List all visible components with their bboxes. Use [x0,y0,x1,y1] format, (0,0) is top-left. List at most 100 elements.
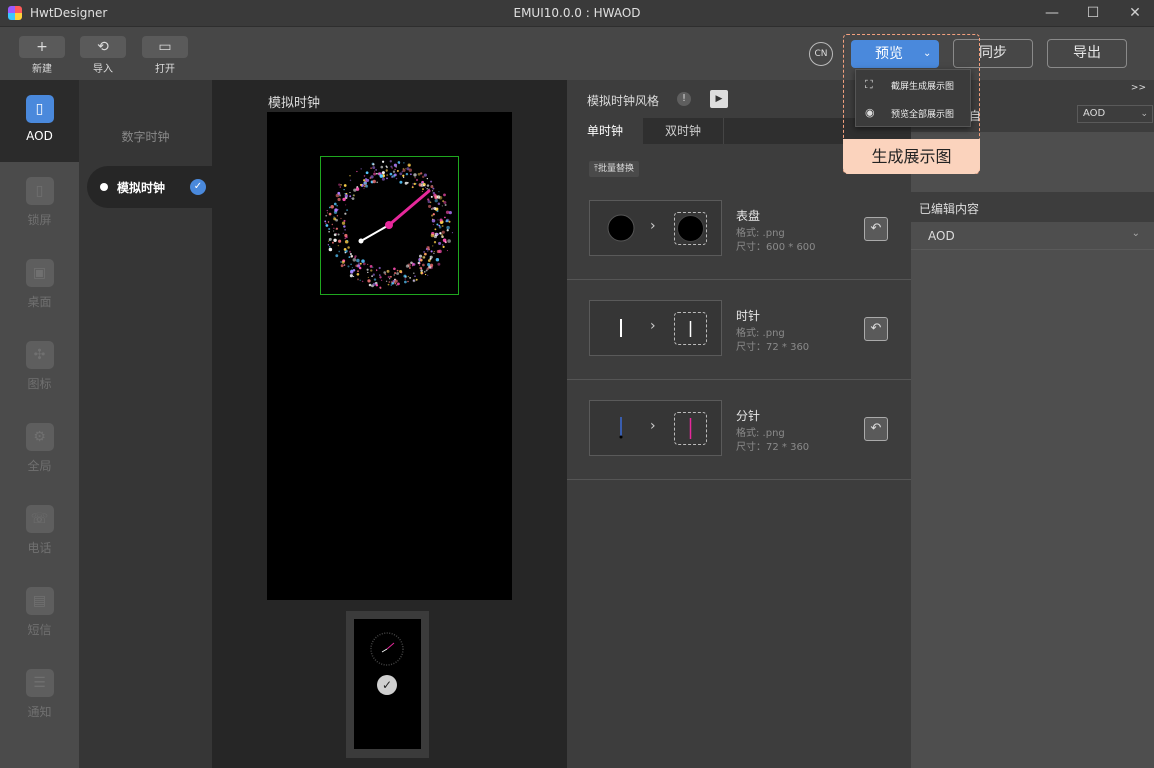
sparkle-dot [352,194,356,197]
resource-card[interactable]: › [589,400,722,456]
scene-select[interactable]: AOD ⌄ [1077,105,1153,123]
language-button[interactable]: CN [809,42,833,66]
expand-icon[interactable]: >> [1131,83,1146,93]
thumbnail-frame[interactable]: ✓ [346,611,429,758]
resource-name: 时针 [736,309,761,323]
resource-card[interactable]: › [589,300,722,356]
minimize-icon[interactable]: — [1037,2,1067,24]
sparkle-dot [444,203,447,207]
sparkle-dot [379,287,382,289]
sparkle-dot [436,233,439,236]
nav-label: 锁屏 [27,213,52,227]
sparkle-dot [399,269,403,274]
nav-item-icons[interactable]: ✣ 图标 [0,326,79,408]
scene-select-value: AOD [1083,108,1106,119]
arrow-right-icon: › [650,218,656,234]
phone-preview[interactable] [267,112,512,600]
new-button[interactable]: + 新建 [19,36,65,75]
sparkle-dot [325,224,329,227]
sparkle-dot [402,174,405,177]
sparkle-dot [424,252,427,256]
sparkle-dot [386,269,390,273]
phone-call-icon: ☏ [25,505,54,533]
batch-replace-button[interactable]: ⤒批量替换 [589,161,639,177]
sparkle-dot [383,271,386,274]
nav-item-aod[interactable]: ▯ AOD [0,80,79,162]
sparkle-dot [328,247,333,252]
sparkle-dot [422,188,424,191]
sparkle-dot [387,275,390,279]
sparkle-dot [373,172,377,176]
edited-content-item[interactable]: AOD ⌄ [911,222,1154,250]
analog-clock-item[interactable]: 模拟时钟 ✓ [87,166,219,208]
dial-target-slot[interactable] [674,212,707,245]
sparkle-dot [356,272,360,276]
sparkle-dot [336,233,338,235]
hour-hand-target-slot[interactable] [674,312,707,345]
sparkle-dot [412,185,414,187]
sparkle-dot [341,221,346,225]
play-icon[interactable]: ▶ [710,90,728,108]
sparkle-dot [430,180,433,183]
import-button[interactable]: ⟲ 导入 [80,36,126,75]
undo-icon[interactable]: ↶ [864,317,888,341]
sparkle-dot [378,172,381,175]
nav-label: 图标 [27,377,52,391]
screenshot-menu-item[interactable]: ⛶ 截屏生成展示图 [856,71,972,99]
nav-item-sms[interactable]: ▤ 短信 [0,572,79,654]
sparkle-dot [404,280,407,284]
sparkle-dot [446,250,448,252]
close-icon[interactable]: ✕ [1120,2,1150,24]
open-button[interactable]: ▭ 打开 [142,36,188,75]
sparkle-dot [405,172,409,176]
sparkle-dot [432,245,434,247]
nav-item-global[interactable]: ⚙ 全局 [0,408,79,490]
sparkle-dot [381,177,385,181]
undo-icon[interactable]: ↶ [864,417,888,441]
resource-card[interactable]: › [589,200,722,256]
preview-all-menu-item[interactable]: ◉ 预览全部展示图 [856,99,972,127]
sparkle-dot [372,179,376,184]
nav-label: 桌面 [27,295,52,309]
canvas-title: 模拟时钟 [268,96,321,111]
nav-item-notification[interactable]: ☰ 通知 [0,654,79,736]
nav-item-lockscreen[interactable]: ▯ 锁屏 [0,162,79,244]
sparkle-dot [439,218,443,222]
sparkle-dot [338,250,341,253]
edited-content-value: AOD [928,229,955,243]
sparkle-dot [431,214,434,217]
sparkle-dot [438,224,441,227]
digital-clock-item[interactable]: 数字时钟 [79,128,212,145]
minute-hand-target-slot[interactable] [674,412,707,445]
sparkle-dot [365,184,369,188]
left-nav: ▯ AOD ▯ 锁屏 ▣ 桌面 ✣ 图标 ⚙ 全局 ☏ 电话 ▤ 短信 ☰ 通知 [0,80,79,768]
maximize-icon[interactable]: ☐ [1078,2,1108,24]
sparkle-dot [375,169,377,171]
sparkle-dot [344,212,347,215]
tab-single-clock[interactable]: 单时钟 [567,118,643,144]
info-icon[interactable]: ! [677,92,691,106]
tab-double-clock[interactable]: 双时钟 [643,118,724,144]
sparkle-dot [338,239,342,243]
sparkle-dot [344,194,348,198]
sparkle-dot [427,274,429,276]
sparkle-dot [357,278,359,281]
clock-selection-frame[interactable] [320,156,459,295]
desktop-icon: ▣ [25,259,54,287]
sparkle-dot [403,274,407,278]
sparkle-dot [328,212,332,216]
sparkle-dot [331,241,334,244]
undo-icon[interactable]: ↶ [864,217,888,241]
sparkle-dot [349,195,352,198]
export-button[interactable]: 导出 [1047,39,1127,68]
sparkle-dot [434,228,437,231]
sparkle-dot [368,283,372,287]
sparkle-dot [429,255,433,259]
nav-item-phone[interactable]: ☏ 电话 [0,490,79,572]
sparkle-dot [412,279,416,283]
sparkle-dot [387,283,390,286]
sparkle-dot [443,193,446,197]
sparkle-dot [372,166,376,170]
nav-item-desktop[interactable]: ▣ 桌面 [0,244,79,326]
check-circle-icon: ✓ [190,179,206,195]
